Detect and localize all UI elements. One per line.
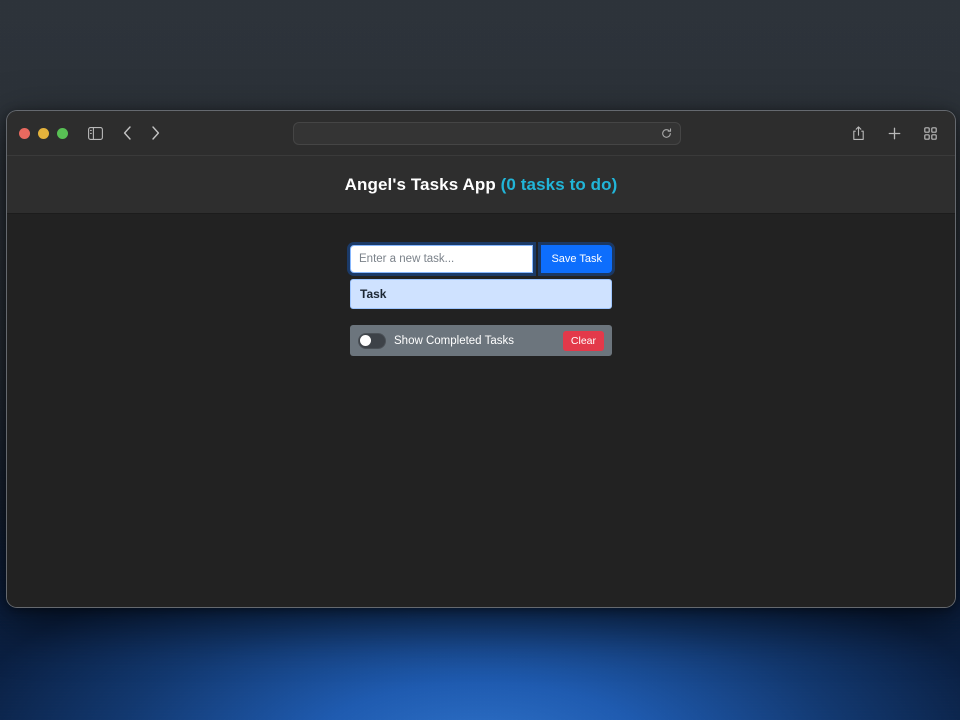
close-window-button[interactable] bbox=[19, 127, 30, 139]
page-title: Angel's Tasks App (0 tasks to do) bbox=[345, 175, 618, 195]
show-completed-toggle[interactable] bbox=[358, 332, 386, 349]
page-content: Angel's Tasks App (0 tasks to do) Save T… bbox=[7, 156, 955, 607]
show-completed-label: Show Completed Tasks bbox=[394, 334, 514, 347]
task-input-wrapper bbox=[350, 245, 534, 273]
navigation-buttons bbox=[114, 121, 168, 145]
maximize-window-button[interactable] bbox=[57, 127, 68, 139]
app-header: Angel's Tasks App (0 tasks to do) bbox=[7, 156, 955, 214]
save-task-button[interactable]: Save Task bbox=[541, 245, 612, 273]
task-list-header: Task bbox=[360, 287, 387, 301]
app-body: Save Task Task Show Completed Tasks Clea… bbox=[7, 214, 955, 607]
forward-button[interactable] bbox=[142, 121, 168, 145]
share-icon[interactable] bbox=[845, 121, 871, 145]
task-count-badge: (0 tasks to do) bbox=[500, 174, 618, 194]
tab-overview-icon[interactable] bbox=[917, 121, 943, 145]
window-controls bbox=[19, 127, 68, 139]
task-footer: Show Completed Tasks Clear bbox=[350, 325, 612, 356]
back-button[interactable] bbox=[114, 121, 140, 145]
sidebar-icon[interactable] bbox=[82, 121, 108, 145]
minimize-window-button[interactable] bbox=[38, 127, 49, 139]
address-bar[interactable] bbox=[293, 122, 681, 145]
reload-icon[interactable] bbox=[661, 128, 672, 139]
browser-window: Angel's Tasks App (0 tasks to do) Save T… bbox=[6, 110, 956, 608]
new-tab-icon[interactable] bbox=[881, 121, 907, 145]
new-task-input[interactable] bbox=[350, 245, 534, 273]
new-task-row: Save Task bbox=[350, 245, 612, 273]
toggle-knob bbox=[360, 334, 371, 346]
toolbar-right-icons bbox=[845, 121, 943, 145]
browser-toolbar bbox=[7, 111, 955, 156]
task-panel: Save Task Task Show Completed Tasks Clea… bbox=[350, 245, 612, 607]
task-list: Task bbox=[350, 279, 612, 309]
clear-button[interactable]: Clear bbox=[562, 330, 604, 351]
app-title-text: Angel's Tasks App bbox=[344, 174, 496, 194]
